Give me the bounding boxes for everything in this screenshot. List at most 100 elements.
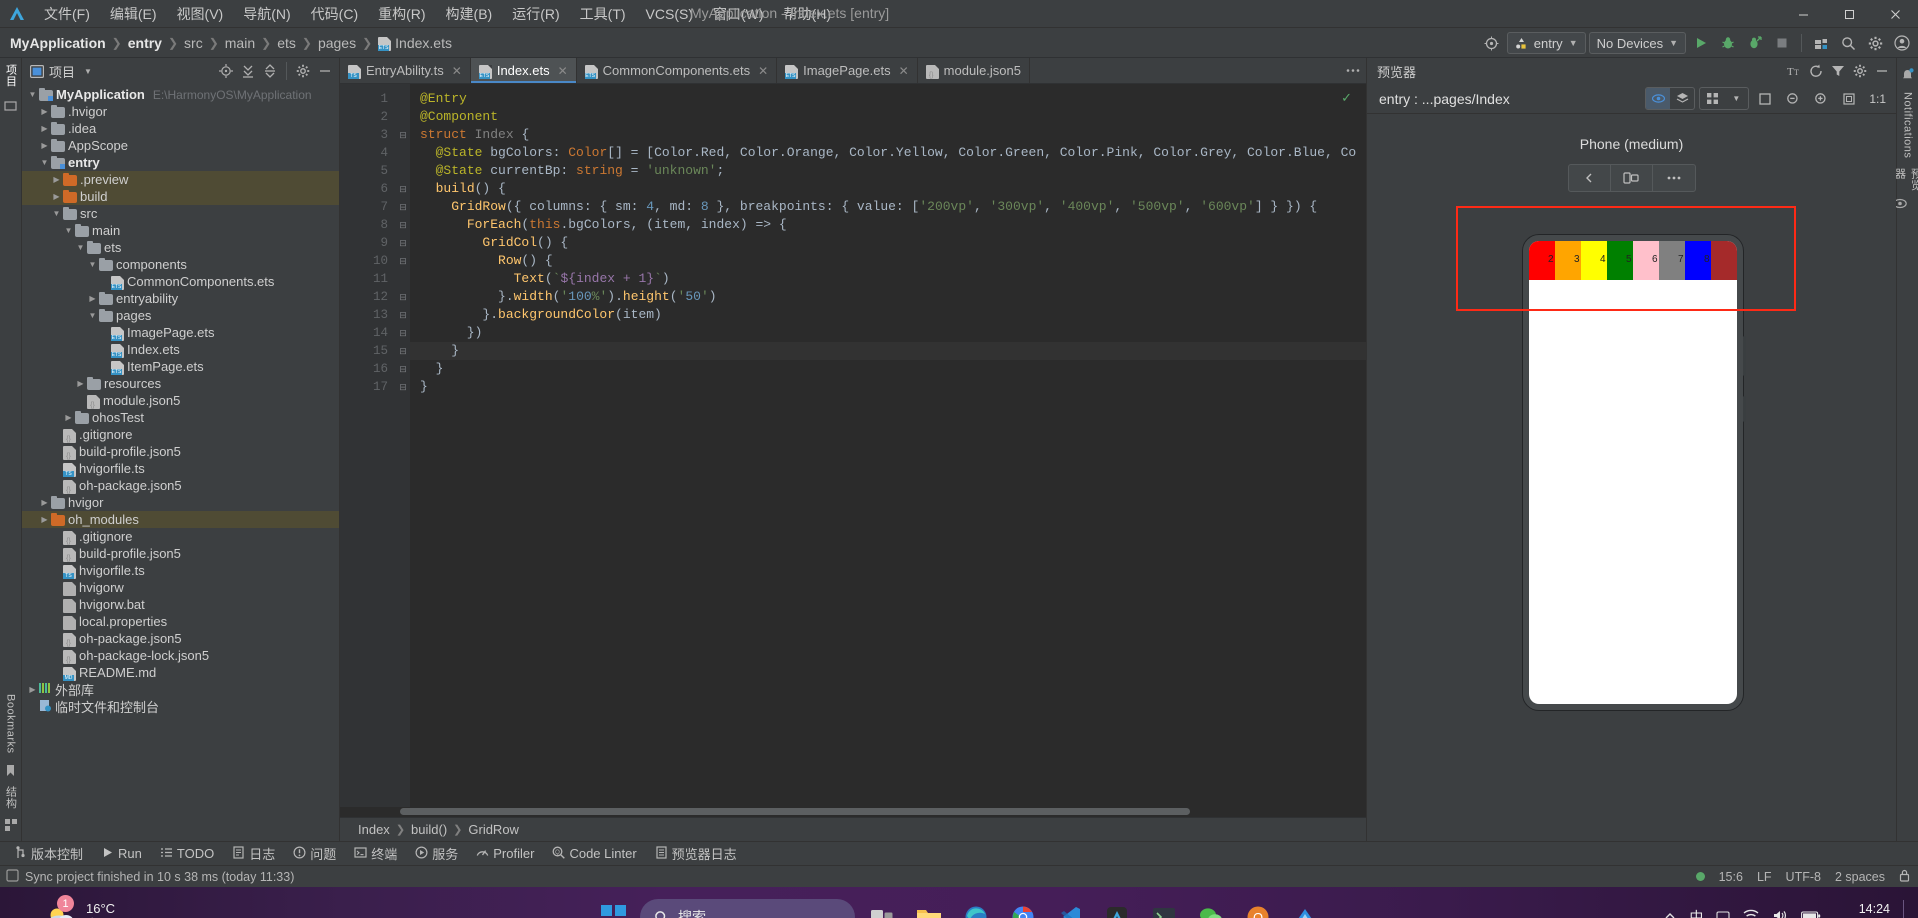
fold-marker[interactable]: ⊟: [396, 378, 410, 396]
tool-window-code-linter[interactable]: Q Code Linter: [544, 844, 644, 864]
run-button[interactable]: [1689, 31, 1713, 55]
editor-tab-index-ets[interactable]: ETS Index.ets ✕: [470, 58, 577, 83]
chevron-right-icon[interactable]: ▶: [26, 685, 39, 694]
chevron-down-icon[interactable]: ▼: [38, 158, 51, 167]
ime-language-indicator[interactable]: 中: [1689, 907, 1703, 918]
breadcrumb-main[interactable]: main: [225, 35, 255, 51]
caret-position[interactable]: 15:6: [1719, 870, 1743, 884]
line-separator[interactable]: LF: [1757, 870, 1772, 884]
code-line[interactable]: @Entry: [410, 90, 1366, 108]
tree-item--gitignore[interactable]: {} .gitignore: [22, 426, 339, 443]
start-button[interactable]: [593, 897, 633, 918]
menu-code[interactable]: 代码(C): [301, 1, 368, 27]
tree-item-appscope[interactable]: ▶ AppScope: [22, 137, 339, 154]
tool-window-run[interactable]: Run: [93, 844, 150, 864]
project-panel-title-group[interactable]: 项目 ▼: [30, 62, 92, 81]
nav-crumb-item[interactable]: GridRow: [468, 822, 519, 837]
editor-tab-overflow-icon[interactable]: [1340, 58, 1366, 83]
tree-item-hvigorw[interactable]: hvigorw: [22, 579, 339, 596]
code-line[interactable]: struct Index {: [410, 126, 1366, 144]
refresh-icon[interactable]: [1806, 61, 1826, 81]
tree-item--hvigor[interactable]: ▶ .hvigor: [22, 103, 339, 120]
menu-refactor[interactable]: 重构(R): [368, 1, 435, 27]
rotate-icon[interactable]: [1569, 165, 1611, 191]
volume-icon[interactable]: [1772, 909, 1788, 918]
zoom-out-icon[interactable]: [1781, 87, 1805, 111]
fold-marker[interactable]: ⊟: [396, 252, 410, 270]
menu-file[interactable]: 文件(F): [34, 1, 100, 27]
editor-tab-imagepage-ets[interactable]: ETS ImagePage.ets ✕: [777, 58, 918, 83]
close-icon[interactable]: ✕: [452, 64, 462, 78]
chevron-down-icon[interactable]: ▼: [50, 209, 63, 218]
menu-edit[interactable]: 编辑(E): [100, 1, 167, 27]
chevron-down-icon[interactable]: ▼: [26, 90, 39, 99]
tree-item-imagepage-ets[interactable]: ETS ImagePage.ets: [22, 324, 339, 341]
stop-button[interactable]: [1770, 31, 1794, 55]
tree-item-components[interactable]: ▼ components: [22, 256, 339, 273]
tool-window-版本控制[interactable]: 版本控制: [6, 842, 91, 865]
code-line[interactable]: Text(`${index + 1}`): [410, 270, 1366, 288]
inspection-status-icon[interactable]: ✓: [1341, 90, 1352, 106]
tree-item-readme-md[interactable]: MD README.md: [22, 664, 339, 681]
lock-icon[interactable]: [1899, 869, 1910, 885]
device-selector[interactable]: No Devices ▼: [1588, 32, 1686, 54]
tool-window-日志[interactable]: 日志: [224, 842, 283, 865]
code-line[interactable]: Row() {: [410, 252, 1366, 270]
fold-marker[interactable]: ⊟: [396, 126, 410, 144]
tree-item-hvigorfile-ts[interactable]: TS hvigorfile.ts: [22, 562, 339, 579]
fold-marker[interactable]: ⊟: [396, 216, 410, 234]
tree-item--preview[interactable]: ▶ .preview: [22, 171, 339, 188]
file-encoding[interactable]: UTF-8: [1786, 870, 1821, 884]
code-breadcrumb[interactable]: Index ❯ build() ❯ GridRow: [340, 817, 1366, 841]
locate-icon[interactable]: [216, 61, 236, 81]
notification-bell-icon[interactable]: [1900, 66, 1916, 82]
file-explorer-button[interactable]: [909, 897, 949, 918]
tree-item-hvigor[interactable]: ▶ hvigor: [22, 494, 339, 511]
inspector-icon[interactable]: [1646, 88, 1671, 109]
tree-item--[interactable]: 临时文件和控制台: [22, 698, 339, 715]
close-button[interactable]: [1872, 0, 1918, 28]
close-icon[interactable]: ✕: [758, 64, 768, 78]
tree-item-ohostest[interactable]: ▶ ohosTest: [22, 409, 339, 426]
indent-setting[interactable]: 2 spaces: [1835, 870, 1885, 884]
commit-icon[interactable]: [3, 97, 19, 113]
tree-item-oh-package-lock-json5[interactable]: {} oh-package-lock.json5: [22, 647, 339, 664]
tool-window-问题[interactable]: 问题: [285, 842, 344, 865]
project-tree[interactable]: ▼ MyApplication E:\HarmonyOS\MyApplication…: [22, 84, 339, 841]
terminal-button[interactable]: [1144, 897, 1184, 918]
tree-item-ets[interactable]: ▼ ets: [22, 239, 339, 256]
close-icon[interactable]: ✕: [558, 64, 568, 78]
strip-project-label[interactable]: 项目: [3, 64, 19, 87]
strip-notifications-label[interactable]: Notifications: [1902, 92, 1914, 158]
code-line[interactable]: @Component: [410, 108, 1366, 126]
code-folding-gutter[interactable]: ⊟ ⊟ ⊟ ⊟ ⊟ ⊟ ⊟ ⊟ ⊟ ⊟ ⊟ ⊟: [396, 84, 410, 807]
tree-item-index-ets[interactable]: ETS Index.ets: [22, 341, 339, 358]
tree-item-itempage-ets[interactable]: ETS ItemPage.ets: [22, 358, 339, 375]
chevron-right-icon[interactable]: ▶: [50, 192, 63, 201]
fold-marker[interactable]: ⊟: [396, 288, 410, 306]
tree-item-build[interactable]: ▶ build: [22, 188, 339, 205]
breadcrumb-file[interactable]: ETS Index.ets: [378, 35, 452, 51]
code-line[interactable]: GridCol() {: [410, 234, 1366, 252]
nav-crumb-item[interactable]: Index: [358, 822, 390, 837]
tree-item-oh-package-json5[interactable]: {} oh-package.json5: [22, 630, 339, 647]
minimize-button[interactable]: [1780, 0, 1826, 28]
chrome-button[interactable]: [1003, 897, 1043, 918]
collapse-all-icon[interactable]: [260, 61, 280, 81]
editor-tab-commoncomponents-ets[interactable]: ETS CommonComponents.ets ✕: [577, 58, 778, 83]
tool-window-服务[interactable]: 服务: [407, 842, 466, 865]
chevron-right-icon[interactable]: ▶: [38, 498, 51, 507]
target-icon[interactable]: [1480, 31, 1504, 55]
hide-panel-icon[interactable]: [1872, 61, 1892, 81]
breadcrumb-project[interactable]: MyApplication: [10, 35, 106, 51]
tray-expand-icon[interactable]: [1664, 910, 1676, 918]
chevron-down-icon[interactable]: ▼: [84, 67, 92, 76]
chevron-down-icon[interactable]: ▼: [86, 260, 99, 269]
fit-icon[interactable]: [1753, 87, 1777, 111]
code-line[interactable]: }: [410, 360, 1366, 378]
source-code[interactable]: @Entry @Component struct Index { @State bg…: [410, 84, 1366, 807]
profile-run-button[interactable]: [1743, 31, 1767, 55]
run-configuration-selector[interactable]: entry ▼: [1506, 32, 1586, 54]
code-line[interactable]: }: [410, 378, 1366, 396]
gear-icon[interactable]: [1850, 61, 1870, 81]
